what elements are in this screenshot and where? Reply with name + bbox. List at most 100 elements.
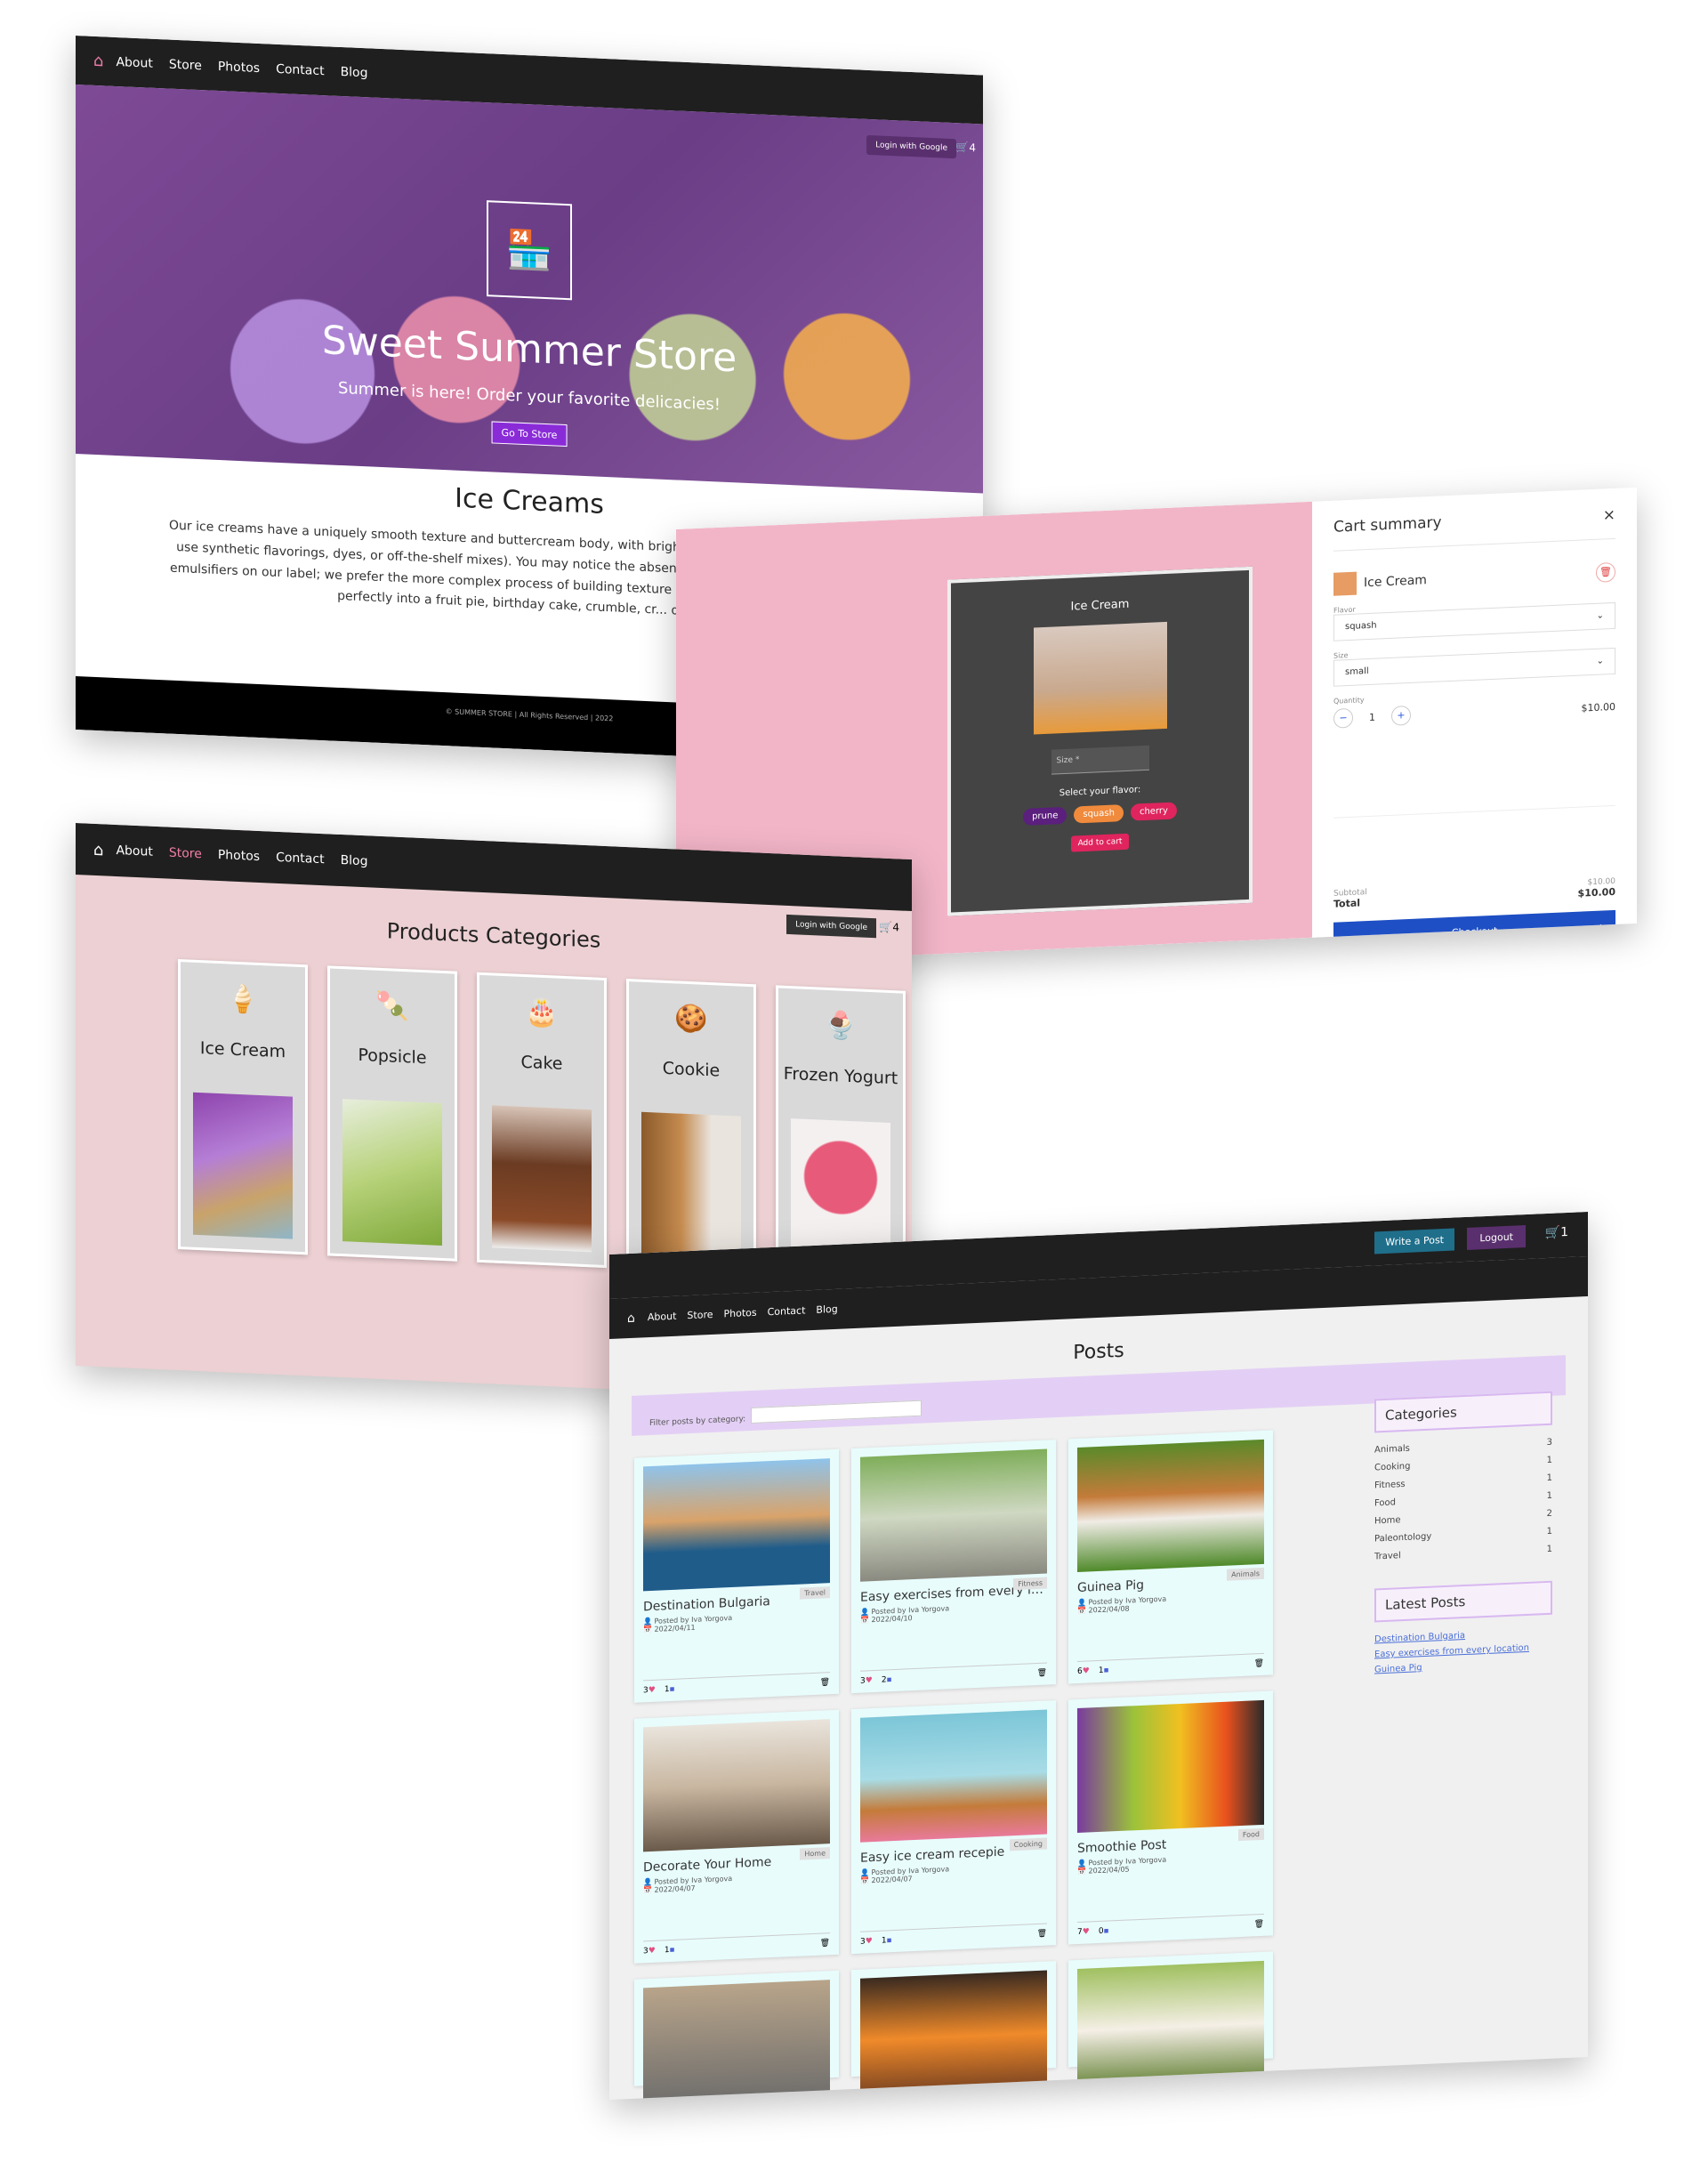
close-icon[interactable]: ×	[1603, 506, 1615, 525]
post-card[interactable]: Food Smoothie Post 👤 Posted by Iva Yorgo…	[1068, 1690, 1273, 1945]
quantity-value[interactable]: 1	[1369, 711, 1375, 722]
post-date-text: 2022/04/11	[654, 1623, 696, 1634]
heart-icon: ♥	[865, 1937, 873, 1947]
login-google-button[interactable]: Login with Google	[786, 914, 876, 939]
post-card[interactable]: Animals Guinea Pig 👤 Posted by Iva Yorgo…	[1068, 1430, 1273, 1684]
flavor-chip-prune[interactable]: prune	[1023, 806, 1068, 826]
category-card-cookie[interactable]: 🍪 Cookie	[626, 979, 756, 1275]
heart-icon: ♥	[648, 1946, 656, 1956]
category-row[interactable]: Paleontology 1	[1374, 1527, 1552, 1545]
likes[interactable]: 3♥	[643, 1947, 656, 1956]
nav-contact[interactable]: Contact	[276, 61, 324, 77]
flavor-chip-squash[interactable]: squash	[1074, 804, 1124, 824]
post-card[interactable]: Home Decorate Your Home 👤 Posted by Iva …	[634, 1709, 839, 1964]
home-icon[interactable]: ⌂	[93, 52, 103, 70]
post-date-text: 2022/04/07	[654, 1884, 696, 1894]
comments[interactable]: 1▪	[665, 1685, 675, 1695]
nav-about[interactable]: About	[116, 54, 152, 70]
login-google-button[interactable]: Login with Google	[866, 134, 956, 159]
post-tag: Cooking	[1009, 1837, 1047, 1851]
nav-about[interactable]: About	[648, 1311, 677, 1323]
minus-icon[interactable]: −	[1333, 707, 1353, 729]
nav-store[interactable]: Store	[687, 1309, 713, 1321]
nav-photos[interactable]: Photos	[218, 59, 260, 75]
nav-photos[interactable]: Photos	[218, 848, 260, 864]
latest-post-link[interactable]: Destination Bulgaria	[1374, 1627, 1552, 1644]
trash-icon[interactable]: 🗑	[820, 1939, 830, 1948]
cart-icon[interactable]: 🛒4	[879, 920, 899, 933]
category-card-ice-cream[interactable]: 🍦 Ice Cream	[178, 959, 308, 1255]
nav-blog[interactable]: Blog	[341, 64, 368, 79]
category-row[interactable]: Animals 3	[1374, 1438, 1552, 1456]
comment-icon: ▪	[1103, 1666, 1109, 1675]
category-card-frozen-yogurt[interactable]: 🍨 Frozen Yogurt	[776, 985, 906, 1281]
flavor-chip-cherry[interactable]: cherry	[1130, 802, 1177, 821]
likes[interactable]: 3♥	[860, 1937, 873, 1947]
write-post-button[interactable]: Write a Post	[1374, 1228, 1454, 1254]
category-card-popsicle[interactable]: 🍡 Popsicle	[327, 965, 457, 1262]
post-card[interactable]: Travel Destination Bulgaria 👤 Posted by …	[634, 1448, 839, 1703]
nav-blog[interactable]: Blog	[816, 1303, 837, 1316]
likes[interactable]: 3♥	[643, 1686, 656, 1696]
comments[interactable]: 0▪	[1099, 1926, 1109, 1936]
comment-icon: ▪	[669, 1684, 675, 1695]
popsicle-icon: 🍡	[375, 989, 409, 1023]
post-image	[643, 1980, 830, 2100]
comments[interactable]: 1▪	[1099, 1666, 1109, 1675]
trash-icon[interactable]: 🗑	[1037, 1669, 1047, 1678]
trash-icon[interactable]: 🗑	[1254, 1920, 1264, 1929]
post-card[interactable]: Cooking Easy ice cream recepie 👤 Posted …	[851, 1700, 1056, 1955]
likes[interactable]: 7♥	[1077, 1927, 1090, 1937]
likes[interactable]: 6♥	[1077, 1666, 1090, 1676]
nav-store[interactable]: Store	[169, 846, 202, 862]
nav-contact[interactable]: Contact	[276, 851, 324, 867]
nav-photos[interactable]: Photos	[724, 1307, 757, 1320]
plus-icon[interactable]: +	[1391, 705, 1411, 726]
post-stats: 7♥ 0▪ 🗑	[1077, 1913, 1264, 1938]
comment-icon: ▪	[669, 1945, 675, 1956]
logout-button[interactable]: Logout	[1467, 1225, 1526, 1250]
category-row-count: 1	[1546, 1544, 1552, 1554]
post-date-text: 2022/04/05	[1088, 1865, 1130, 1876]
hero-banner: Login with Google 🛒4 🏪 Sweet Summer Stor…	[76, 85, 983, 494]
home-icon[interactable]: ⌂	[627, 1311, 635, 1325]
view-detailed-cart-link[interactable]: View detailed cart	[1333, 951, 1615, 965]
add-to-cart-button[interactable]: Add to cart	[1070, 833, 1130, 852]
post-card-partial[interactable]	[634, 1970, 839, 2100]
post-card[interactable]: Fitness Easy exercises from every loca..…	[851, 1440, 1056, 1694]
category-row-count: 1	[1546, 1490, 1552, 1501]
go-to-store-button[interactable]: Go To Store	[491, 421, 568, 448]
comments[interactable]: 1▪	[665, 1946, 675, 1956]
post-card-partial[interactable]	[1068, 1951, 1273, 2094]
post-card-partial[interactable]	[851, 1961, 1056, 2100]
category-row[interactable]: Home 2	[1374, 1509, 1552, 1527]
size-select-value: small	[1345, 666, 1369, 678]
likes[interactable]: 3♥	[860, 1676, 873, 1686]
categories-box-title: Categories	[1374, 1391, 1552, 1433]
trash-icon[interactable]: 🗑	[1596, 561, 1615, 583]
post-stats: 6♥ 1▪ 🗑	[1077, 1652, 1264, 1677]
comments[interactable]: 1▪	[882, 1936, 892, 1946]
filter-input[interactable]	[751, 1400, 922, 1424]
checkout-button[interactable]: Checkout →	[1333, 909, 1615, 955]
trash-icon[interactable]: 🗑	[1037, 1930, 1047, 1939]
category-row[interactable]: Food 1	[1374, 1491, 1552, 1509]
nav-store[interactable]: Store	[169, 57, 202, 73]
category-row[interactable]: Cooking 1	[1374, 1456, 1552, 1473]
comments[interactable]: 2▪	[882, 1675, 892, 1685]
latest-post-link[interactable]: Easy exercises from every location	[1374, 1642, 1552, 1660]
nav-about[interactable]: About	[116, 843, 152, 859]
cart-icon[interactable]: 🛒4	[955, 141, 976, 154]
category-row[interactable]: Fitness 1	[1374, 1473, 1552, 1491]
cart-icon[interactable]: 🛒1	[1545, 1225, 1568, 1240]
nav-contact[interactable]: Contact	[768, 1304, 806, 1318]
size-select[interactable]: Size *	[1051, 745, 1149, 775]
blog-screen: Write a Post Logout 🛒1 ⌂ About Store Pho…	[609, 1211, 1588, 2100]
category-card-cake[interactable]: 🎂 Cake	[477, 972, 607, 1269]
trash-icon[interactable]: 🗑	[820, 1678, 830, 1687]
latest-post-link[interactable]: Guinea Pig	[1374, 1658, 1552, 1674]
nav-blog[interactable]: Blog	[341, 853, 368, 868]
home-icon[interactable]: ⌂	[93, 840, 103, 859]
category-row[interactable]: Travel 1	[1374, 1545, 1552, 1562]
trash-icon[interactable]: 🗑	[1254, 1659, 1264, 1668]
